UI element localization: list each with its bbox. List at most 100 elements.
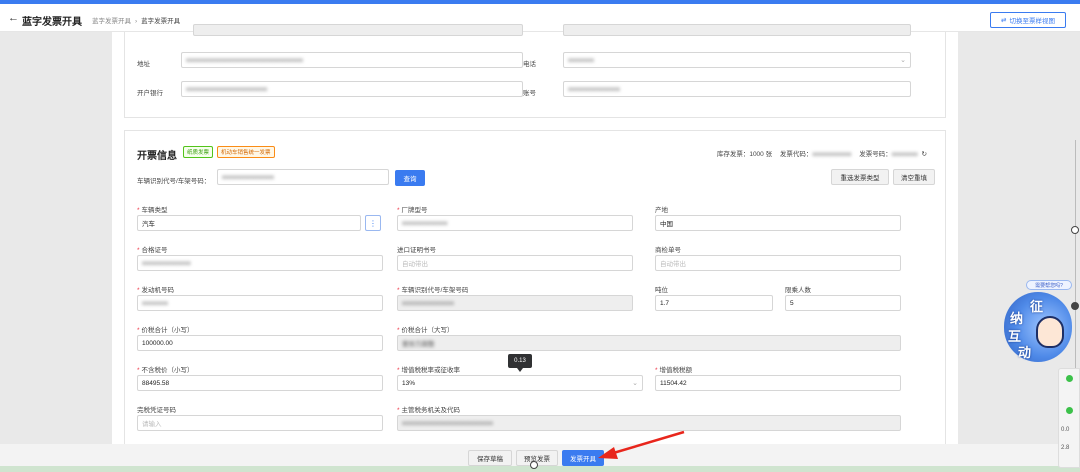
engine-label: * 发动机号码 [137,287,175,294]
authority-value: xxxxxxxxxxxxxxxxxxxxxxxxxxxx [402,419,493,427]
tax-rate-label: * 增值税税率或征收率 [397,367,461,374]
number-value: xxxxxxxx [891,151,918,158]
tonnage-input[interactable]: 1.7 [655,295,773,311]
assistant-bubble[interactable]: 需要帮您吗? [1026,280,1072,290]
duty-free-input[interactable]: 请输入 [137,415,383,431]
vin-search-value: xxxxxxxxxxxxxxxx [222,173,274,181]
status-green-icon [1066,407,1073,414]
import-cert-input[interactable]: 自动带出 [397,255,633,271]
assistant-char: 纳 [1010,311,1024,326]
invoice-type-tag: 机动车销售统一发票 [217,146,275,158]
tax-amount-label: * 增值税税额 [655,367,693,374]
breadcrumb: 蓝字发票开具 › 蓝字发票开具 [92,15,180,25]
vin-input[interactable]: xxxxxxxxxxxxxxxx [397,295,633,311]
assistant-face-icon [1036,316,1064,348]
account-value: xxxxxxxxxxxxxxxx [568,85,620,93]
page-header: ← 蓝字发票开具 蓝字发票开具 › 蓝字发票开具 ⇄ 切换至票样视图 [0,4,1080,32]
inspection-label: 商检单号 [655,247,681,254]
origin-input[interactable]: 中国 [655,215,901,231]
phone-value: xxxxxxxx [568,56,594,64]
side-value: 2.8 [1061,445,1070,451]
number-label: 发票号码： [859,151,892,158]
invoice-stock-info: 库存发票：1000 张 发票代码：xxxxxxxxxxxx 发票号码：xxxxx… [717,148,927,158]
save-draft-button[interactable]: 保存草稿 [468,450,512,466]
buyer-taxid-field-partial[interactable] [563,24,911,36]
phone-label: 电话 [523,61,536,68]
assistant-char: 动 [1018,345,1032,360]
side-value: 0.0 [1061,427,1070,433]
breadcrumb-current: 蓝字发票开具 [141,18,181,25]
vin-search-label: 车辆识别代号/车架号码： [137,178,211,185]
arrow-head [598,447,618,459]
code-value: xxxxxxxxxxxx [812,151,852,158]
total-small-input[interactable]: 100000.00 [137,335,383,351]
tonnage-label: 吨位 [655,287,668,294]
clear-button[interactable]: 清空重填 [893,169,935,185]
import-cert-label: 进口证明书号 [397,247,436,254]
tax-rate-tooltip: 0.13 [508,354,532,372]
total-big-input[interactable]: 壹拾万圆整 [397,335,901,351]
more-options-icon[interactable]: ⋮ [365,215,381,231]
seats-label: 限乘人数 [785,287,811,294]
total-big-value: 壹拾万圆整 [402,341,435,348]
switch-view-button[interactable]: ⇄ 切换至票样视图 [990,12,1066,28]
tax-rate-value: 13% [402,379,416,387]
breadcrumb-separator-icon: › [135,18,138,25]
reselect-invoice-type-button[interactable]: 重选发票类型 [831,169,889,185]
section-title: 开票信息 [137,151,177,162]
assistant-avatar[interactable]: 征 纳 互 动 [1004,292,1072,362]
vin-value: xxxxxxxxxxxxxxxx [402,299,454,307]
vin-label: * 车辆识别代号/车架号码 [397,287,469,294]
arrow-shaft [609,430,685,456]
cert-no-value: xxxxxxxxxxxxxxx [142,259,191,267]
account-label: 账号 [523,90,536,97]
page-title: 蓝字发票开具 [22,17,82,28]
vehicle-type-input[interactable]: 汽车 [137,215,361,231]
origin-label: 产地 [655,207,668,214]
buyer-info-card: 地址 xxxxxxxxxxxxxxxxxxxxxxxxxxxxxxxxxxxx … [124,24,946,118]
brand-model-label: * 厂牌型号 [397,207,428,214]
paper-invoice-tag: 纸质发票 [183,146,214,158]
horizontal-scroll-knob[interactable] [530,461,538,469]
bank-value: xxxxxxxxxxxxxxxxxxxxxxxxx [186,85,268,93]
cert-no-input[interactable]: xxxxxxxxxxxxxxx [137,255,383,271]
assistant-widget[interactable]: 需要帮您吗? 征 纳 互 动 [1004,280,1076,364]
vertical-scroll-knob[interactable] [1071,226,1079,234]
inspection-input[interactable]: 自动带出 [655,255,901,271]
tax-amount-input[interactable]: 11504.42 [655,375,901,391]
code-label: 发票代码： [779,151,813,158]
invoice-info-card: 开票信息 纸质发票 机动车销售统一发票 库存发票：1000 张 发票代码：xxx… [124,130,946,444]
side-tool-panel[interactable]: 0.0 2.8 [1058,368,1080,468]
account-input[interactable]: xxxxxxxxxxxxxxxx [563,81,911,97]
engine-value: xxxxxxxx [142,299,168,307]
query-button[interactable]: 查询 [395,170,425,186]
total-big-label: * 价税合计（大写） [397,327,454,334]
buyer-name-field-partial[interactable] [193,24,523,36]
address-input[interactable]: xxxxxxxxxxxxxxxxxxxxxxxxxxxxxxxxxxxx [181,52,523,68]
back-arrow-icon[interactable]: ← [8,12,19,24]
engine-input[interactable]: xxxxxxxx [137,295,383,311]
vin-search-input[interactable]: xxxxxxxxxxxxxxxx [217,169,389,185]
chevron-down-icon: ⌄ [900,57,906,64]
untaxed-label: * 不含税价（小写） [137,367,194,374]
chevron-down-icon: ⌄ [632,380,638,387]
duty-free-label: 完税凭证号码 [137,407,176,414]
status-green-icon [1066,375,1073,382]
red-arrow-annotation [598,430,685,459]
form-content: 地址 xxxxxxxxxxxxxxxxxxxxxxxxxxxxxxxxxxxx … [112,24,958,444]
tax-rate-select[interactable]: 13% ⌄ [397,375,643,391]
vehicle-type-label: * 车辆类型 [137,207,168,214]
phone-input[interactable]: xxxxxxxx ⌄ [563,52,911,68]
bank-input[interactable]: xxxxxxxxxxxxxxxxxxxxxxxxx [181,81,523,97]
address-label: 地址 [137,61,150,68]
cert-no-label: * 合格证号 [137,247,168,254]
authority-label: * 主管税务机关及代码 [397,407,461,414]
brand-model-value: xxxxxxxxxxxxxx [402,219,448,227]
switch-view-label: 切换至票样视图 [1009,18,1055,25]
breadcrumb-item[interactable]: 蓝字发票开具 [92,18,131,25]
brand-model-input[interactable]: xxxxxxxxxxxxxx [397,215,633,231]
bank-label: 开户银行 [137,90,163,97]
refresh-icon[interactable]: ↻ [922,151,927,158]
untaxed-input[interactable]: 88495.58 [137,375,383,391]
seats-input[interactable]: 5 [785,295,901,311]
